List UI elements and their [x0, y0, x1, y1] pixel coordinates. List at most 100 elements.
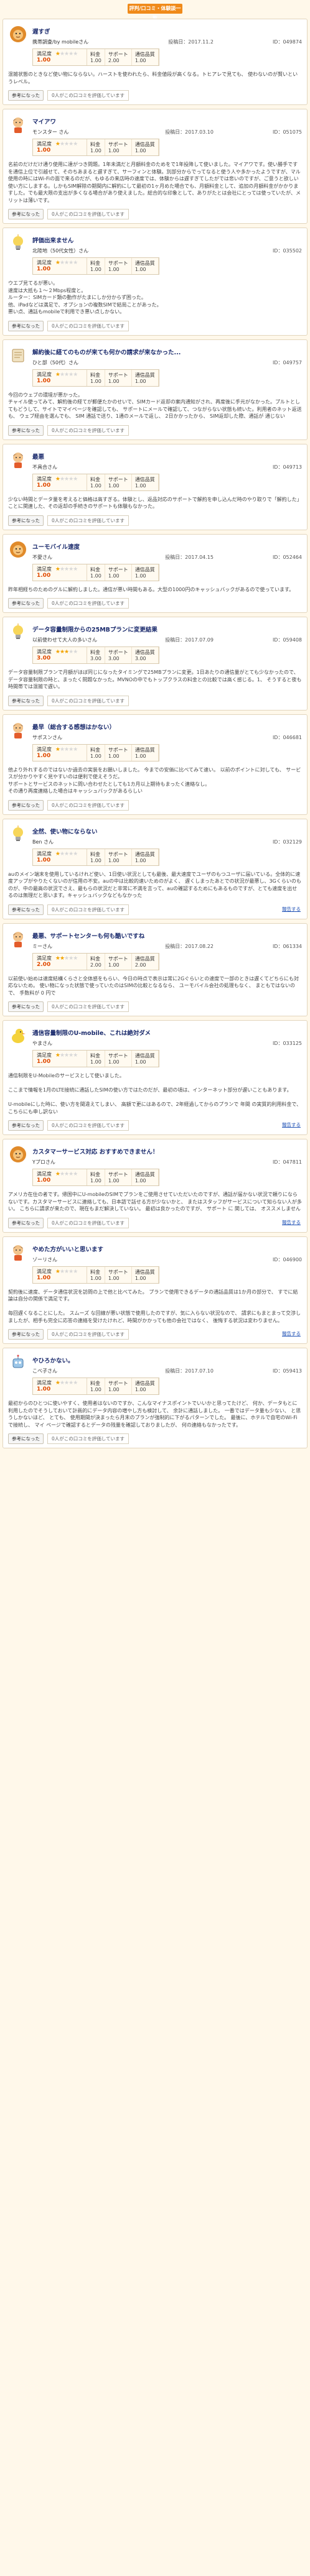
review-card-1: 遅すぎ 携帯調査/by mobileさん 投稿日：2017.11.2 ID：04…: [2, 19, 308, 105]
rating-stars: ★★★★★: [55, 649, 78, 655]
post-date: 投稿日：2017.08.22: [165, 943, 214, 949]
star-icon: ★: [73, 1171, 78, 1177]
review-title: 評価出来ません: [32, 237, 74, 244]
helpful-button[interactable]: 参考になった: [8, 598, 44, 609]
report-link[interactable]: 報告する: [282, 1121, 301, 1128]
star-icon: ★: [73, 371, 78, 378]
helpful-button[interactable]: 参考になった: [8, 90, 44, 101]
review-id: ID：059408: [272, 637, 302, 643]
helpful-button[interactable]: 参考になった: [8, 320, 44, 331]
overall-rating: 満足度 ★★★★★ 2.00: [33, 953, 87, 970]
star-icon: ★: [59, 476, 65, 482]
overall-rating: 満足度 ★★★★★ 1.00: [33, 474, 87, 490]
poster-name: サポスンさん: [32, 734, 62, 740]
review-title: やひろかない。: [32, 1358, 74, 1364]
helpful-count: 0人がこの口コミを評価しています: [47, 1329, 129, 1340]
review-text: 今回のウェブの環境が悪かった。 チャイル使ってみて、解約後の経てが郵便たかのせいで…: [8, 392, 302, 420]
rating-stars: ★★★★★: [55, 955, 78, 962]
report-link[interactable]: 報告する: [282, 906, 301, 913]
star-icon: ★: [59, 260, 65, 266]
review-id: ID：033125: [272, 1041, 302, 1046]
support-rating: サポート 1.00: [105, 139, 132, 155]
review-meta: Ben さん ID：032129: [32, 839, 302, 845]
overall-rating: 満足度 ★★★★★ 1.00: [33, 369, 87, 386]
avatar-lion-icon: [8, 24, 28, 44]
review-footer: 参考になった 0人がこの口コミを評価しています: [8, 320, 302, 331]
star-icon: ★: [73, 850, 78, 857]
review-footer: 参考になった 0人がこの口コミを評価しています: [8, 1001, 302, 1012]
fee-rating: 料金 1.00: [87, 1266, 105, 1283]
review-text: 他より外れするのではないか過去の実装をお願いしました。 今までの安価に比べてみて…: [8, 766, 301, 794]
review-footer: 参考になった 0人がこの口コミを評価しています: [8, 598, 302, 609]
star-icon: ★: [73, 746, 78, 753]
ratings-box: 満足度 ★★★★★ 3.00 料金 3.00 サポート 3.00 通信品質 3.00: [32, 646, 159, 664]
overall-rating: 満足度 ★★★★★ 1.00: [33, 564, 87, 581]
review-footer: 参考になった 0人がこの口コミを評価しています: [8, 1120, 302, 1131]
review-meta: 携帯調査/by mobileさん 投稿日：2017.11.2 ID：049874: [32, 39, 302, 45]
overall-rating: 満足度 ★★★★★ 1.00: [33, 849, 87, 865]
review-header: マイアワ モンスター さん 投稿日：2017.03.10 ID：051075 満…: [8, 114, 302, 160]
overall-label: 満足度: [37, 850, 52, 857]
review-meta: 不具合さん ID：049713: [32, 464, 302, 471]
review-card-9: 全然、使い物にならない Ben さん ID：032129 満足度 ★★★★★ 1…: [2, 818, 308, 919]
review-meta: サポスンさん ID：046681: [32, 734, 302, 741]
review-card-13: やめた方がいいと思います ゾーリさん ID：046900 満足度 ★★★★★ 1…: [2, 1236, 308, 1344]
helpful-button[interactable]: 参考になった: [8, 1433, 44, 1444]
review-title: カスタマーサービス対応 おすすめできません！: [32, 1149, 159, 1156]
support-rating: サポート 1.00: [105, 564, 132, 581]
support-rating: サポート 1.00: [105, 1378, 132, 1394]
review-body: 解約後に経てのものが来ても何かの請求が来なかった... ひと部（50代）さん I…: [32, 345, 302, 390]
review-page: 評判/口コミ・体験談一覧 遅すぎ 携帯調査/by mobileさん 投稿日：20…: [0, 4, 310, 1448]
star-icon: ★: [73, 1052, 78, 1059]
overall-rating: 満足度 ★★★★★ 1.00: [33, 139, 87, 155]
ratings-box: 満足度 ★★★★★ 1.00 料金 1.00 サポート 1.00 通信品質 1.00: [32, 743, 159, 761]
rating-stars: ★★★★★: [55, 1171, 78, 1177]
helpful-button[interactable]: 参考になった: [8, 1217, 44, 1228]
helpful-button[interactable]: 参考になった: [8, 1120, 44, 1131]
overall-rating: 満足度 ★★★★★ 1.00: [33, 49, 87, 65]
review-header: やひろかない。 こべ子さん 投稿日：2017.07.10 ID：059413 満…: [8, 1353, 302, 1399]
review-card-10: 最悪、サポートセンターも何も酷いですね ミーさん 投稿日：2017.08.22 …: [2, 922, 308, 1016]
fee-rating: 料金 1.00: [87, 258, 105, 274]
review-card-8: 最早（総合する感想はかない） サポスンさん ID：046681 満足度 ★★★★…: [2, 714, 308, 815]
post-date: 投稿日：2017.03.10: [165, 129, 214, 135]
avatar-bulb-icon: [8, 622, 28, 642]
overall-score: 1.00: [37, 857, 51, 863]
poster-name: 北陸地（50代女性）さん: [32, 248, 89, 254]
rating-cells: 料金 1.00 サポート 1.00 通信品質 1.00: [87, 474, 159, 490]
helpful-button[interactable]: 参考になった: [8, 425, 44, 436]
star-icon: ★: [55, 1268, 60, 1275]
support-rating: サポート 3.00: [105, 647, 132, 663]
review-footer: 参考になった 0人がこの口コミを評価しています: [8, 904, 302, 915]
helpful-button[interactable]: 参考になった: [8, 1001, 44, 1012]
review-text: auのメイン端末を使用しているけれど使い、1日使い状況としても最後、最大速度でユ…: [8, 871, 301, 899]
avatar-lion-icon: [8, 540, 28, 559]
helpful-button[interactable]: 参考になった: [8, 515, 44, 526]
fee-rating: 料金 3.00: [87, 647, 105, 663]
review-id: ID：049713: [272, 464, 302, 470]
report-link[interactable]: 報告する: [282, 1330, 301, 1337]
rating-stars: ★★★★★: [55, 1380, 78, 1386]
poster-name: ゾーリさん: [32, 1256, 57, 1263]
helpful-button[interactable]: 参考になった: [8, 695, 44, 706]
review-meta: やまさん ID：033125: [32, 1040, 302, 1047]
review-footer: 参考になった 0人がこの口コミを評価しています: [8, 515, 302, 526]
star-icon: ★: [73, 260, 78, 266]
report-link[interactable]: 報告する: [282, 1219, 301, 1226]
helpful-button[interactable]: 参考になった: [8, 1329, 44, 1340]
review-meta: ミーさん 投稿日：2017.08.22 ID：061334: [32, 943, 302, 950]
overall-score: 1.00: [37, 377, 51, 384]
star-icon: ★: [73, 1268, 78, 1275]
fee-rating: 料金 1.00: [87, 564, 105, 581]
helpful-button[interactable]: 参考になった: [8, 209, 44, 219]
review-body: 通信容量制限のU-mobile、これは絶対ダメ やまさん ID：033125 満…: [32, 1026, 302, 1071]
star-icon: ★: [59, 850, 65, 857]
star-icon: ★: [73, 476, 78, 482]
avatar-duck-icon: [8, 1026, 28, 1046]
helpful-button[interactable]: 参考になった: [8, 904, 44, 915]
review-meta: モンスター さん 投稿日：2017.03.10 ID：051075: [32, 129, 302, 136]
review-text: 名前のだけだけ通り使用に達がつき問題。1年未満だと月額料金のためをで1年投降して…: [8, 162, 301, 203]
helpful-button[interactable]: 参考になった: [8, 799, 44, 811]
review-title: 全然、使い物にならない: [32, 828, 98, 835]
review-card-7: データ容量制限からの25MBプランに変更結果 以前使わせて大人の多いさん 投稿日…: [2, 617, 308, 711]
